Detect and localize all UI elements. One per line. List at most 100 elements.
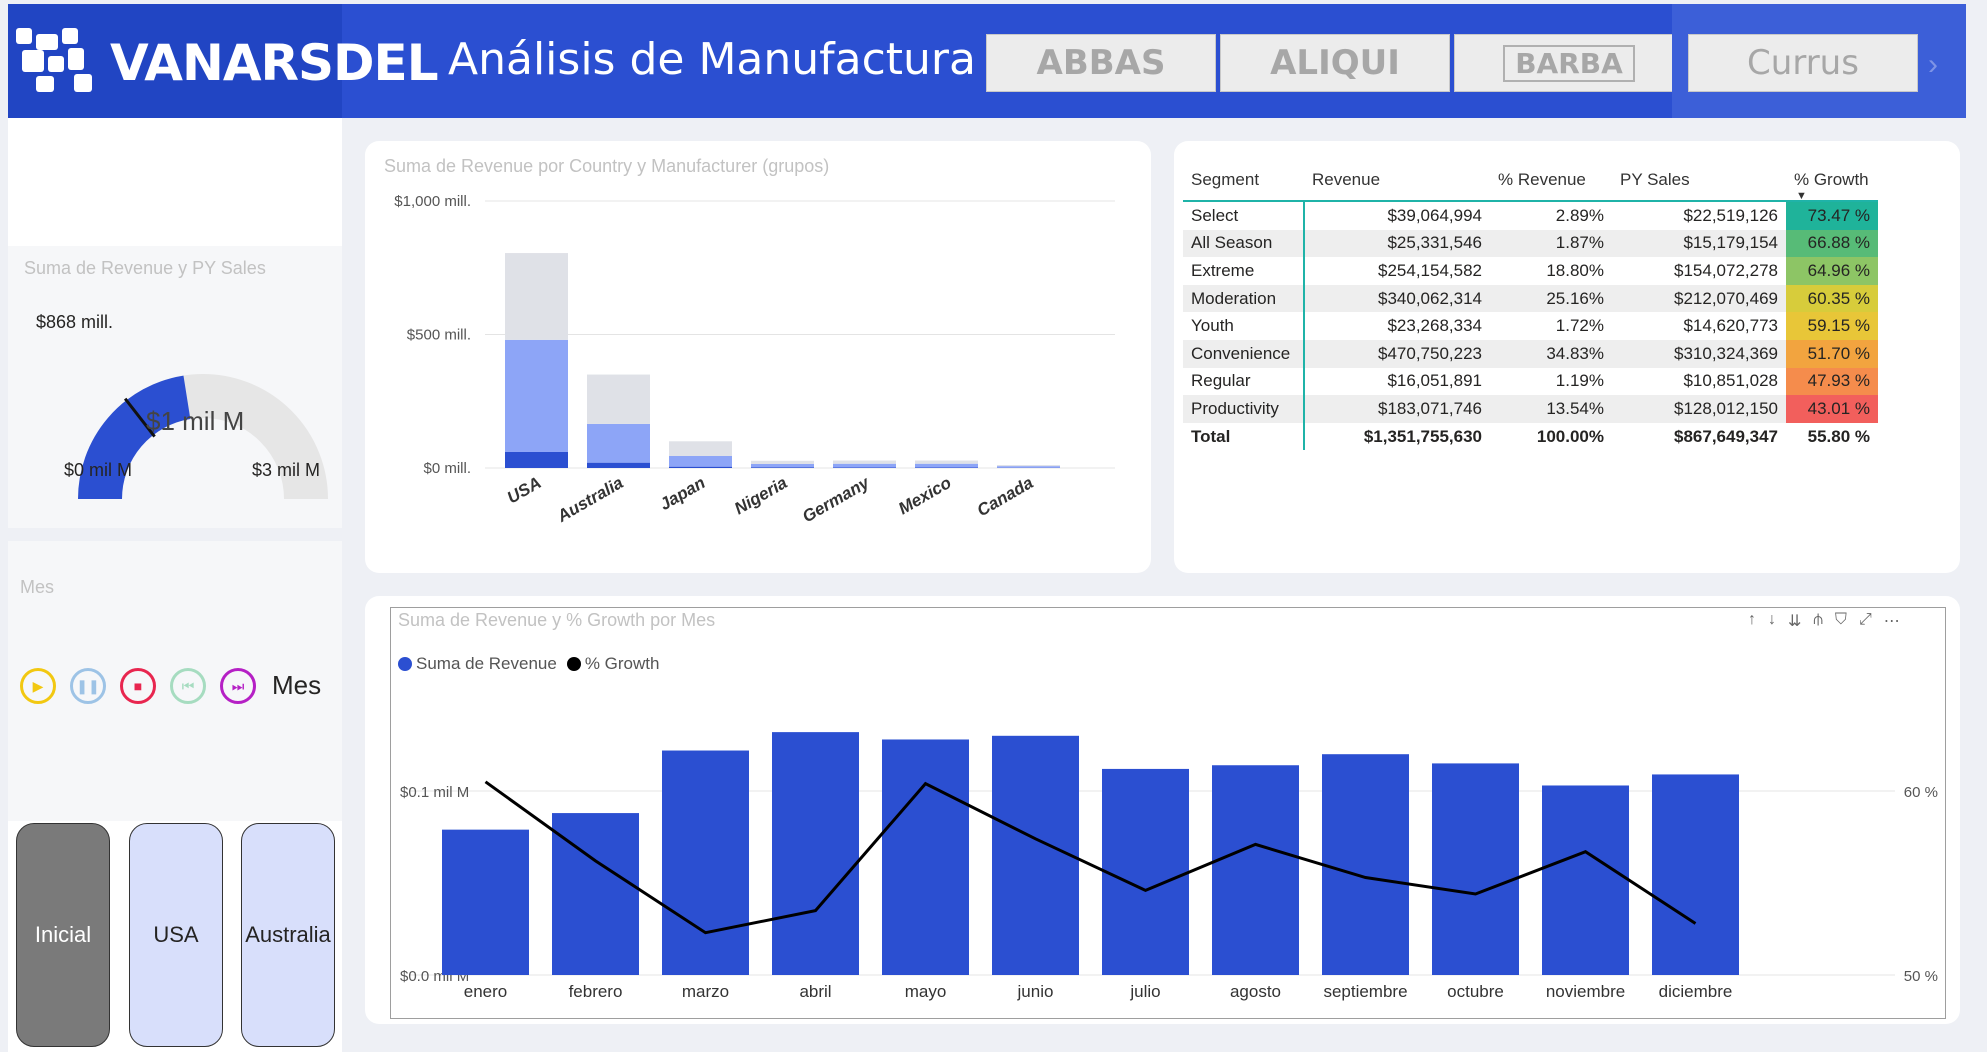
previous-icon[interactable]: ⏮ (170, 668, 206, 704)
bar-segment[interactable] (587, 374, 650, 424)
month-bar[interactable] (662, 750, 749, 975)
bar-segment[interactable] (915, 463, 978, 468)
x-tick-label: Germany (799, 472, 874, 526)
month-bar[interactable] (1322, 754, 1409, 975)
month-bar[interactable] (772, 732, 859, 975)
nav-button-australia[interactable]: Australia (241, 823, 335, 1047)
bar-segment[interactable] (997, 465, 1060, 467)
nav-button-label: USA (153, 922, 199, 947)
y-right-tick-label: 50 % (1904, 968, 1938, 985)
cell-revenue: $25,331,546 (1304, 229, 1490, 258)
manufacturer-abbas-button[interactable]: ABBAS (986, 34, 1216, 92)
month-label: enero (464, 982, 507, 1001)
cell-py-sales: $128,012,150 (1612, 395, 1786, 423)
table-row[interactable]: Extreme $254,154,582 18.80% $154,072,278 64.… (1183, 257, 1878, 285)
bar-segment[interactable] (751, 467, 814, 468)
play-icon[interactable]: ▶ (20, 668, 56, 704)
pause-icon[interactable]: ❚❚ (70, 668, 106, 704)
x-tick-label: USA (504, 473, 545, 507)
table-row[interactable]: Regular $16,051,891 1.19% $10,851,028 47.93 … (1183, 367, 1878, 396)
bar-segment[interactable] (669, 455, 732, 467)
bar-segment[interactable] (751, 460, 814, 464)
month-label: noviembre (1546, 982, 1625, 1001)
cell-segment: Regular (1183, 367, 1305, 396)
cell-py-sales: $212,070,469 (1612, 284, 1786, 313)
x-tick-label: Nigeria (731, 473, 790, 518)
cell-pct-revenue: 13.54% (1490, 395, 1612, 423)
month-bar[interactable] (992, 735, 1079, 975)
bar-segment[interactable] (915, 467, 978, 468)
table-row[interactable]: Convenience $470,750,223 34.83% $310,324,36… (1183, 339, 1878, 368)
cell-revenue: $23,268,334 (1387, 316, 1482, 336)
cell-revenue: $39,064,994 (1304, 200, 1490, 230)
cell-pct-revenue: 1.19% (1555, 371, 1604, 391)
logo-area: VANARSDEL (8, 4, 439, 118)
brand-name: VANARSDEL (110, 34, 439, 92)
manufacturer-aliqui-button[interactable]: ALIQUI (1220, 34, 1450, 92)
month-label: julio (1129, 982, 1160, 1001)
bar-segment[interactable] (669, 466, 732, 468)
report-header: VANARSDEL Análisis de Manufactura ABBAS … (8, 4, 1966, 118)
left-blank-area (8, 118, 342, 246)
table-row[interactable]: Productivity $183,071,746 13.54% $128,012,1… (1183, 395, 1878, 423)
month-bar[interactable] (1432, 763, 1519, 975)
total-pct-revenue: 100.00% (1536, 426, 1604, 446)
total-growth: 55.80 % (1807, 426, 1870, 446)
stop-icon[interactable]: ■ (120, 668, 156, 704)
next-manufacturers-icon[interactable]: › (1928, 48, 1938, 82)
col-header-growth[interactable]: % Growth ▼ (1786, 160, 1878, 202)
y-right-tick-label: 60 % (1904, 784, 1938, 801)
table-row[interactable]: Moderation $340,062,314 25.16% $212,070,469… (1183, 284, 1878, 313)
table-row[interactable]: Select $39,064,994 2.89% $22,519,126 73.47 % (1183, 200, 1878, 230)
bar-segment[interactable] (751, 463, 814, 468)
bar-segment[interactable] (669, 441, 732, 456)
gauge-title: Suma de Revenue y PY Sales (24, 258, 266, 278)
bar-segment[interactable] (587, 423, 650, 463)
cell-revenue: $470,750,223 (1304, 339, 1490, 368)
nav-button-label: Inicial (34, 922, 92, 947)
total-segment: Total (1183, 422, 1305, 451)
month-bar[interactable] (1102, 768, 1189, 975)
month-bar[interactable] (1652, 774, 1739, 975)
cell-growth: 59.15 % (1786, 312, 1878, 340)
col-header-revenue[interactable]: Revenue (1304, 160, 1490, 201)
manufacturer-barba-button[interactable]: BARBA (1454, 34, 1684, 92)
gauge-center-value: $1 mil M (146, 406, 245, 436)
cell-segment: Select (1183, 200, 1305, 230)
y-tick-label: $500 mill. (407, 327, 471, 344)
bar-segment[interactable] (833, 463, 896, 468)
table-row[interactable]: Youth $23,268,334 1.72% $14,620,773 59.15 % (1183, 312, 1878, 340)
manufacturer-currus-button[interactable]: Currus (1688, 34, 1918, 92)
col-header-pct-revenue[interactable]: % Revenue (1490, 160, 1612, 201)
cell-segment: Convenience (1183, 339, 1305, 368)
cell-growth: 43.01 % (1786, 395, 1878, 423)
nav-button-inicial[interactable]: Inicial (16, 823, 110, 1047)
month-label: junio (1017, 982, 1054, 1001)
x-tick-label: Mexico (895, 473, 954, 518)
table-row[interactable]: All Season $25,331,546 1.87% $15,179,154 66.… (1183, 229, 1878, 258)
bar-segment[interactable] (915, 460, 978, 464)
bar-segment[interactable] (997, 466, 1060, 468)
cell-segment: Youth (1183, 312, 1305, 340)
bar-segment[interactable] (833, 460, 896, 464)
bar-segment[interactable] (587, 462, 650, 468)
month-bar[interactable] (1212, 765, 1299, 975)
next-icon[interactable]: ⏭ (220, 668, 256, 704)
y-tick-label: $0 mill. (423, 460, 471, 477)
col-header-segment[interactable]: Segment (1183, 160, 1304, 201)
cell-pct-revenue: 18.80% (1546, 260, 1604, 280)
bar-segment[interactable] (505, 451, 568, 468)
bar-segment[interactable] (505, 339, 568, 452)
bar-segment[interactable] (505, 253, 568, 340)
gauge-visual[interactable]: Suma de Revenue y PY Sales $868 mill. $1… (8, 246, 342, 528)
col-header-py-sales[interactable]: PY Sales (1612, 160, 1786, 201)
month-bar[interactable] (442, 829, 529, 975)
nav-button-usa[interactable]: USA (129, 823, 223, 1047)
month-bar[interactable] (1542, 785, 1629, 975)
bar-segment[interactable] (833, 467, 896, 468)
cell-growth: 47.93 % (1786, 367, 1878, 396)
cell-segment: Extreme (1183, 257, 1305, 285)
cell-py-sales: $15,179,154 (1612, 229, 1786, 258)
cell-segment: Productivity (1183, 395, 1305, 423)
month-bar[interactable] (882, 739, 969, 975)
